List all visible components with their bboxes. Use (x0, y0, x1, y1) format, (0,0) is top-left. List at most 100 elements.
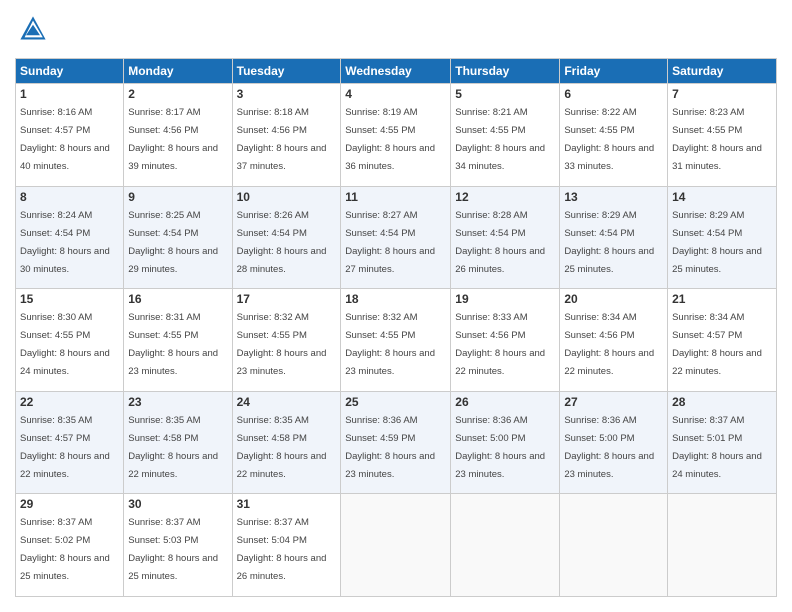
calendar-cell (560, 494, 668, 597)
day-header-wednesday: Wednesday (341, 59, 451, 84)
day-info: Sunrise: 8:18 AMSunset: 4:56 PMDaylight:… (237, 107, 327, 172)
day-number: 12 (455, 190, 555, 204)
day-info: Sunrise: 8:31 AMSunset: 4:55 PMDaylight:… (128, 312, 218, 377)
day-info: Sunrise: 8:23 AMSunset: 4:55 PMDaylight:… (672, 107, 762, 172)
day-number: 6 (564, 87, 663, 101)
day-info: Sunrise: 8:34 AMSunset: 4:57 PMDaylight:… (672, 312, 762, 377)
day-info: Sunrise: 8:37 AMSunset: 5:04 PMDaylight:… (237, 517, 327, 582)
day-number: 20 (564, 292, 663, 306)
day-info: Sunrise: 8:34 AMSunset: 4:56 PMDaylight:… (564, 312, 654, 377)
day-info: Sunrise: 8:22 AMSunset: 4:55 PMDaylight:… (564, 107, 654, 172)
day-number: 25 (345, 395, 446, 409)
day-number: 23 (128, 395, 227, 409)
day-info: Sunrise: 8:30 AMSunset: 4:55 PMDaylight:… (20, 312, 110, 377)
calendar-cell: 22 Sunrise: 8:35 AMSunset: 4:57 PMDaylig… (16, 391, 124, 494)
day-number: 24 (237, 395, 337, 409)
day-number: 26 (455, 395, 555, 409)
day-info: Sunrise: 8:16 AMSunset: 4:57 PMDaylight:… (20, 107, 110, 172)
day-info: Sunrise: 8:25 AMSunset: 4:54 PMDaylight:… (128, 210, 218, 275)
calendar-cell: 19 Sunrise: 8:33 AMSunset: 4:56 PMDaylig… (451, 289, 560, 392)
calendar-cell: 25 Sunrise: 8:36 AMSunset: 4:59 PMDaylig… (341, 391, 451, 494)
day-number: 29 (20, 497, 119, 511)
calendar-cell: 7 Sunrise: 8:23 AMSunset: 4:55 PMDayligh… (668, 84, 777, 187)
day-info: Sunrise: 8:28 AMSunset: 4:54 PMDaylight:… (455, 210, 545, 275)
day-info: Sunrise: 8:35 AMSunset: 4:57 PMDaylight:… (20, 415, 110, 480)
calendar-cell: 16 Sunrise: 8:31 AMSunset: 4:55 PMDaylig… (124, 289, 232, 392)
calendar-cell: 4 Sunrise: 8:19 AMSunset: 4:55 PMDayligh… (341, 84, 451, 187)
day-info: Sunrise: 8:37 AMSunset: 5:03 PMDaylight:… (128, 517, 218, 582)
day-info: Sunrise: 8:29 AMSunset: 4:54 PMDaylight:… (564, 210, 654, 275)
day-info: Sunrise: 8:33 AMSunset: 4:56 PMDaylight:… (455, 312, 545, 377)
day-header-monday: Monday (124, 59, 232, 84)
day-number: 10 (237, 190, 337, 204)
calendar-cell: 8 Sunrise: 8:24 AMSunset: 4:54 PMDayligh… (16, 186, 124, 289)
calendar-cell: 6 Sunrise: 8:22 AMSunset: 4:55 PMDayligh… (560, 84, 668, 187)
day-number: 7 (672, 87, 772, 101)
day-number: 9 (128, 190, 227, 204)
day-number: 5 (455, 87, 555, 101)
calendar-cell: 28 Sunrise: 8:37 AMSunset: 5:01 PMDaylig… (668, 391, 777, 494)
day-info: Sunrise: 8:27 AMSunset: 4:54 PMDaylight:… (345, 210, 435, 275)
calendar-cell: 2 Sunrise: 8:17 AMSunset: 4:56 PMDayligh… (124, 84, 232, 187)
calendar-cell: 20 Sunrise: 8:34 AMSunset: 4:56 PMDaylig… (560, 289, 668, 392)
day-info: Sunrise: 8:36 AMSunset: 4:59 PMDaylight:… (345, 415, 435, 480)
day-number: 30 (128, 497, 227, 511)
day-header-sunday: Sunday (16, 59, 124, 84)
calendar-cell: 14 Sunrise: 8:29 AMSunset: 4:54 PMDaylig… (668, 186, 777, 289)
calendar-cell (668, 494, 777, 597)
calendar-cell: 5 Sunrise: 8:21 AMSunset: 4:55 PMDayligh… (451, 84, 560, 187)
day-info: Sunrise: 8:35 AMSunset: 4:58 PMDaylight:… (128, 415, 218, 480)
calendar-cell: 1 Sunrise: 8:16 AMSunset: 4:57 PMDayligh… (16, 84, 124, 187)
day-header-saturday: Saturday (668, 59, 777, 84)
day-number: 2 (128, 87, 227, 101)
calendar-cell: 18 Sunrise: 8:32 AMSunset: 4:55 PMDaylig… (341, 289, 451, 392)
calendar-cell: 31 Sunrise: 8:37 AMSunset: 5:04 PMDaylig… (232, 494, 341, 597)
day-number: 11 (345, 190, 446, 204)
day-number: 28 (672, 395, 772, 409)
day-number: 21 (672, 292, 772, 306)
calendar-cell: 17 Sunrise: 8:32 AMSunset: 4:55 PMDaylig… (232, 289, 341, 392)
calendar-cell: 12 Sunrise: 8:28 AMSunset: 4:54 PMDaylig… (451, 186, 560, 289)
day-number: 27 (564, 395, 663, 409)
day-number: 14 (672, 190, 772, 204)
day-number: 3 (237, 87, 337, 101)
calendar-cell: 30 Sunrise: 8:37 AMSunset: 5:03 PMDaylig… (124, 494, 232, 597)
day-info: Sunrise: 8:36 AMSunset: 5:00 PMDaylight:… (455, 415, 545, 480)
logo (15, 15, 51, 48)
day-number: 15 (20, 292, 119, 306)
calendar-cell (451, 494, 560, 597)
day-info: Sunrise: 8:37 AMSunset: 5:01 PMDaylight:… (672, 415, 762, 480)
calendar-cell: 15 Sunrise: 8:30 AMSunset: 4:55 PMDaylig… (16, 289, 124, 392)
day-number: 1 (20, 87, 119, 101)
calendar-cell: 9 Sunrise: 8:25 AMSunset: 4:54 PMDayligh… (124, 186, 232, 289)
day-info: Sunrise: 8:26 AMSunset: 4:54 PMDaylight:… (237, 210, 327, 275)
day-number: 8 (20, 190, 119, 204)
day-header-friday: Friday (560, 59, 668, 84)
day-number: 17 (237, 292, 337, 306)
day-number: 13 (564, 190, 663, 204)
day-header-thursday: Thursday (451, 59, 560, 84)
day-info: Sunrise: 8:32 AMSunset: 4:55 PMDaylight:… (345, 312, 435, 377)
day-number: 22 (20, 395, 119, 409)
day-number: 16 (128, 292, 227, 306)
calendar-cell: 24 Sunrise: 8:35 AMSunset: 4:58 PMDaylig… (232, 391, 341, 494)
calendar-cell: 23 Sunrise: 8:35 AMSunset: 4:58 PMDaylig… (124, 391, 232, 494)
day-number: 18 (345, 292, 446, 306)
day-header-tuesday: Tuesday (232, 59, 341, 84)
calendar-cell (341, 494, 451, 597)
calendar-cell: 27 Sunrise: 8:36 AMSunset: 5:00 PMDaylig… (560, 391, 668, 494)
day-number: 31 (237, 497, 337, 511)
calendar-cell: 21 Sunrise: 8:34 AMSunset: 4:57 PMDaylig… (668, 289, 777, 392)
day-info: Sunrise: 8:36 AMSunset: 5:00 PMDaylight:… (564, 415, 654, 480)
calendar-cell: 29 Sunrise: 8:37 AMSunset: 5:02 PMDaylig… (16, 494, 124, 597)
calendar: SundayMondayTuesdayWednesdayThursdayFrid… (15, 58, 777, 597)
day-info: Sunrise: 8:35 AMSunset: 4:58 PMDaylight:… (237, 415, 327, 480)
calendar-cell: 11 Sunrise: 8:27 AMSunset: 4:54 PMDaylig… (341, 186, 451, 289)
day-info: Sunrise: 8:24 AMSunset: 4:54 PMDaylight:… (20, 210, 110, 275)
calendar-cell: 3 Sunrise: 8:18 AMSunset: 4:56 PMDayligh… (232, 84, 341, 187)
day-number: 19 (455, 292, 555, 306)
day-info: Sunrise: 8:37 AMSunset: 5:02 PMDaylight:… (20, 517, 110, 582)
calendar-cell: 26 Sunrise: 8:36 AMSunset: 5:00 PMDaylig… (451, 391, 560, 494)
day-info: Sunrise: 8:21 AMSunset: 4:55 PMDaylight:… (455, 107, 545, 172)
day-info: Sunrise: 8:29 AMSunset: 4:54 PMDaylight:… (672, 210, 762, 275)
